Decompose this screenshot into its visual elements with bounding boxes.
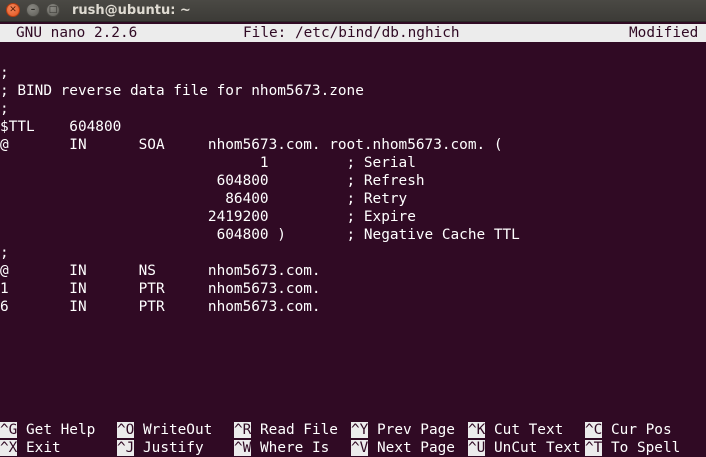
- maximize-icon[interactable]: □: [46, 3, 60, 17]
- nano-header-bar: GNU nano 2.2.6 File: /etc/bind/db.nghich…: [0, 24, 706, 42]
- shortcut-label: Cur Pos: [602, 422, 672, 438]
- terminal-content[interactable]: GNU nano 2.2.6 File: /etc/bind/db.nghich…: [0, 22, 706, 457]
- shortcut-where-is[interactable]: ^W Where Is: [234, 439, 329, 457]
- editor-line[interactable]: 604800 ) ; Negative Cache TTL: [0, 226, 520, 244]
- shortcut-key: ^Y: [351, 422, 369, 438]
- shortcut-key: ^V: [351, 440, 369, 456]
- shortcut-label: Exit: [17, 440, 61, 456]
- nano-modified-status: Modified: [629, 25, 699, 41]
- editor-line[interactable]: ; BIND reverse data file for nhom5673.zo…: [0, 82, 364, 100]
- minimize-icon[interactable]: –: [26, 3, 40, 17]
- shortcut-label: Where Is: [251, 440, 330, 456]
- shortcut-key: ^T: [585, 440, 603, 456]
- shortcut-label: To Spell: [602, 440, 681, 456]
- editor-line[interactable]: $TTL 604800: [0, 118, 121, 136]
- editor-line[interactable]: ;: [0, 244, 9, 262]
- shortcut-label: Next Page: [368, 440, 455, 456]
- shortcut-key: ^O: [117, 422, 135, 438]
- shortcut-label: Cut Text: [485, 422, 564, 438]
- shortcut-writeout[interactable]: ^O WriteOut: [117, 421, 212, 439]
- shortcut-cur-pos[interactable]: ^C Cur Pos: [585, 421, 672, 439]
- nano-version: GNU nano 2.2.6: [16, 25, 138, 41]
- editor-line[interactable]: 86400 ; Retry: [0, 190, 407, 208]
- shortcut-key: ^W: [234, 440, 252, 456]
- shortcut-justify[interactable]: ^J Justify: [117, 439, 204, 457]
- editor-line[interactable]: @ IN SOA nhom5673.com. root.nhom5673.com…: [0, 136, 503, 154]
- shortcut-cut-text[interactable]: ^K Cut Text: [468, 421, 563, 439]
- shortcut-label: WriteOut: [134, 422, 213, 438]
- editor-line[interactable]: ;: [0, 64, 9, 82]
- shortcut-label: Get Help: [17, 422, 96, 438]
- shortcut-prev-page[interactable]: ^Y Prev Page: [351, 421, 455, 439]
- shortcut-key: ^R: [234, 422, 252, 438]
- nano-filename: File: /etc/bind/db.nghich: [243, 25, 460, 41]
- terminal-window: ✕ – □ rush@ubuntu: ~ GNU nano 2.2.6 File…: [0, 0, 706, 457]
- shortcut-label: Read File: [251, 422, 338, 438]
- editor-line[interactable]: 604800 ; Refresh: [0, 172, 425, 190]
- title-bar[interactable]: ✕ – □ rush@ubuntu: ~: [0, 0, 706, 22]
- editor-line[interactable]: 1 ; Serial: [0, 154, 416, 172]
- shortcut-label: Prev Page: [368, 422, 455, 438]
- shortcut-label: UnCut Text: [485, 440, 581, 456]
- shortcut-get-help[interactable]: ^G Get Help: [0, 421, 95, 439]
- editor-line[interactable]: ;: [0, 100, 9, 118]
- shortcut-key: ^G: [0, 422, 18, 438]
- shortcut-key: ^X: [0, 440, 18, 456]
- shortcut-key: ^C: [585, 422, 603, 438]
- shortcut-key: ^J: [117, 440, 135, 456]
- shortcut-next-page[interactable]: ^V Next Page: [351, 439, 455, 457]
- shortcut-label: Justify: [134, 440, 204, 456]
- editor-line[interactable]: @ IN NS nhom5673.com.: [0, 262, 321, 280]
- shortcut-key: ^U: [468, 440, 486, 456]
- editor-line[interactable]: 1 IN PTR nhom5673.com.: [0, 280, 321, 298]
- shortcut-to-spell[interactable]: ^T To Spell: [585, 439, 680, 457]
- editor-line[interactable]: 2419200 ; Expire: [0, 208, 416, 226]
- editor-line[interactable]: 6 IN PTR nhom5673.com.: [0, 298, 321, 316]
- window-title: rush@ubuntu: ~: [72, 3, 191, 18]
- shortcut-uncut-text[interactable]: ^U UnCut Text: [468, 439, 581, 457]
- shortcut-key: ^K: [468, 422, 486, 438]
- shortcut-read-file[interactable]: ^R Read File: [234, 421, 338, 439]
- close-icon[interactable]: ✕: [6, 3, 20, 17]
- shortcut-exit[interactable]: ^X Exit: [0, 439, 61, 457]
